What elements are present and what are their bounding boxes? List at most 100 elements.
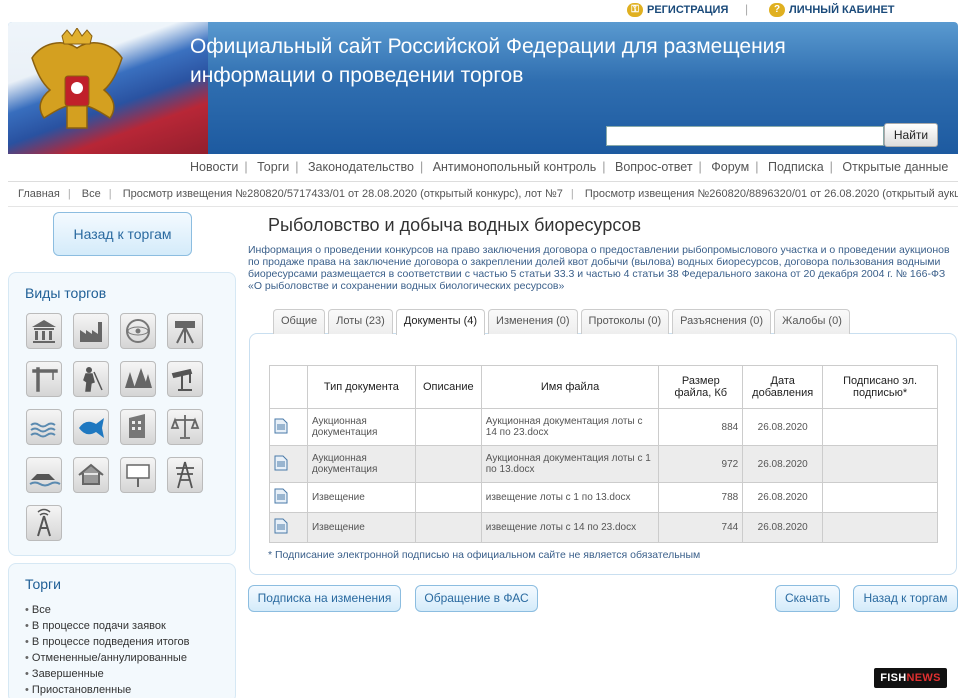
doc-file[interactable]: извещение лоты с 14 по 23.docx <box>480 512 660 543</box>
doc-desc <box>414 482 482 513</box>
torgi-item-applications[interactable]: В процессе подачи заявок <box>25 618 190 634</box>
nav-news[interactable]: Новости <box>190 160 238 174</box>
torgi-list: Все В процессе подачи заявок В процессе … <box>25 602 190 698</box>
tab-protocols[interactable]: Протоколы (0) <box>580 309 670 334</box>
torgi-title: Торги <box>25 576 61 592</box>
breadcrumb-home[interactable]: Главная <box>18 188 60 200</box>
fishnews-brand-a: FISH <box>880 672 907 684</box>
key-icon: ⚿ <box>627 3 643 17</box>
col-signed-header[interactable]: Подписано эл. подписью* <box>822 365 938 409</box>
search-button[interactable]: Найти <box>884 123 938 147</box>
torgi-item-cancelled[interactable]: Отмененные/аннулированные <box>25 650 190 666</box>
crane-icon[interactable] <box>26 361 62 397</box>
back-to-torgi-button-left[interactable]: Назад к торгам <box>53 212 192 256</box>
scales-icon[interactable] <box>167 409 203 445</box>
fish-icon[interactable] <box>73 409 109 445</box>
coat-of-arms-logo[interactable] <box>22 28 132 148</box>
breadcrumb-all[interactable]: Все <box>82 188 101 200</box>
tab-clarifications[interactable]: Разъяснения (0) <box>672 309 772 334</box>
survey-icon[interactable] <box>167 313 203 349</box>
torgi-types-title: Виды торгов <box>25 285 107 301</box>
document-icon[interactable] <box>274 518 288 534</box>
bank-icon[interactable] <box>26 313 62 349</box>
power-line-icon[interactable] <box>167 457 203 493</box>
doc-file[interactable]: извещение лоты с 1 по 13.docx <box>480 482 660 513</box>
torgi-item-all[interactable]: Все <box>25 602 190 618</box>
doc-size: 972 <box>658 445 744 483</box>
back-to-torgi-button[interactable]: Назад к торгам <box>853 585 958 612</box>
nav-subscription[interactable]: Подписка <box>768 160 824 174</box>
tab-lots[interactable]: Лоты (23) <box>328 309 393 334</box>
doc-date: 26.08.2020 <box>742 445 824 483</box>
subscribe-changes-button[interactable]: Подписка на изменения <box>248 585 401 612</box>
document-icon[interactable] <box>274 418 288 434</box>
nav-legislation[interactable]: Законодательство <box>308 160 414 174</box>
atom-icon[interactable] <box>120 313 156 349</box>
house-icon[interactable] <box>73 457 109 493</box>
nav-divider <box>8 181 958 182</box>
tab-general[interactable]: Общие <box>273 309 326 334</box>
intro-text: Информация о проведении конкурсов на пра… <box>248 244 950 292</box>
document-icon[interactable] <box>274 455 288 471</box>
help-icon: ? <box>769 3 785 17</box>
nav-faq[interactable]: Вопрос-ответ <box>615 160 693 174</box>
hunter-icon[interactable] <box>73 361 109 397</box>
col-date-header[interactable]: Дата добавления <box>742 365 824 409</box>
col-icon-header <box>269 365 308 409</box>
col-file-header[interactable]: Имя файла <box>480 365 660 409</box>
register-link[interactable]: ⚿ РЕГИСТРАЦИЯ <box>627 3 728 17</box>
col-type-header[interactable]: Тип документа <box>306 365 416 409</box>
building-icon[interactable] <box>120 409 156 445</box>
search-input[interactable] <box>606 126 884 146</box>
tabs: Общие Лоты (23) Документы (4) Изменения … <box>273 309 850 335</box>
top-bar: ⚿ РЕГИСТРАЦИЯ | ? ЛИЧНЫЙ КАБИНЕТ <box>0 0 958 20</box>
document-icon[interactable] <box>274 488 288 504</box>
factory-icon[interactable] <box>73 313 109 349</box>
fishnews-watermark: FISHNEWS <box>874 668 947 688</box>
billboard-icon[interactable] <box>120 457 156 493</box>
doc-date: 26.08.2020 <box>742 512 824 543</box>
breadcrumb-notice-1[interactable]: Просмотр извещения №280820/5717433/01 от… <box>123 188 563 200</box>
tab-changes[interactable]: Изменения (0) <box>488 309 578 334</box>
col-desc-header[interactable]: Описание <box>414 365 482 409</box>
doc-date: 26.08.2020 <box>742 482 824 513</box>
signature-footnote: * Подписание электронной подписью на офи… <box>268 549 701 561</box>
breadcrumb-notice-2[interactable]: Просмотр извещения №260820/8896320/01 от… <box>585 188 958 200</box>
table-row[interactable]: Аукционная документация Аукционная докум… <box>269 445 938 483</box>
jetski-icon[interactable] <box>26 457 62 493</box>
forest-icon[interactable] <box>120 361 156 397</box>
table-row[interactable]: Извещение извещение лоты с 14 по 23.docx… <box>269 512 938 543</box>
cabinet-link[interactable]: ? ЛИЧНЫЙ КАБИНЕТ <box>769 3 895 17</box>
cabinet-label: ЛИЧНЫЙ КАБИНЕТ <box>789 4 895 16</box>
doc-signed <box>822 482 938 513</box>
doc-file[interactable]: Аукционная документация лоты с 14 по 23.… <box>480 408 660 446</box>
torgi-item-suspended[interactable]: Приостановленные <box>25 682 190 698</box>
oil-pump-icon[interactable] <box>167 361 203 397</box>
doc-desc <box>414 445 482 483</box>
doc-signed <box>822 408 938 446</box>
tab-complaints[interactable]: Жалобы (0) <box>774 309 850 334</box>
torgi-item-completed[interactable]: Завершенные <box>25 666 190 682</box>
doc-desc <box>414 512 482 543</box>
doc-type: Аукционная документация <box>306 445 416 483</box>
table-row[interactable]: Извещение извещение лоты с 1 по 13.docx … <box>269 482 938 513</box>
torgi-types-panel: Виды торгов <box>8 272 236 556</box>
doc-file[interactable]: Аукционная документация лоты с 1 по 13.d… <box>480 445 660 483</box>
tab-documents[interactable]: Документы (4) <box>395 309 486 335</box>
download-button[interactable]: Скачать <box>775 585 840 612</box>
nav-antimonopoly[interactable]: Антимонопольный контроль <box>433 160 597 174</box>
doc-desc <box>414 408 482 446</box>
breadcrumb-divider <box>8 206 958 207</box>
torgi-item-results[interactable]: В процессе подведения итогов <box>25 634 190 650</box>
register-label: РЕГИСТРАЦИЯ <box>647 4 729 16</box>
doc-type: Аукционная документация <box>306 408 416 446</box>
table-row[interactable]: Аукционная документация Аукционная докум… <box>269 408 938 446</box>
col-size-header[interactable]: Размер файла, Кб <box>658 365 744 409</box>
water-icon[interactable] <box>26 409 62 445</box>
fas-appeal-button[interactable]: Обращение в ФАС <box>415 585 538 612</box>
doc-signed <box>822 445 938 483</box>
antenna-icon[interactable] <box>26 505 62 541</box>
nav-forum[interactable]: Форум <box>711 160 749 174</box>
nav-open-data[interactable]: Открытые данные <box>842 160 948 174</box>
nav-torgi[interactable]: Торги <box>257 160 289 174</box>
